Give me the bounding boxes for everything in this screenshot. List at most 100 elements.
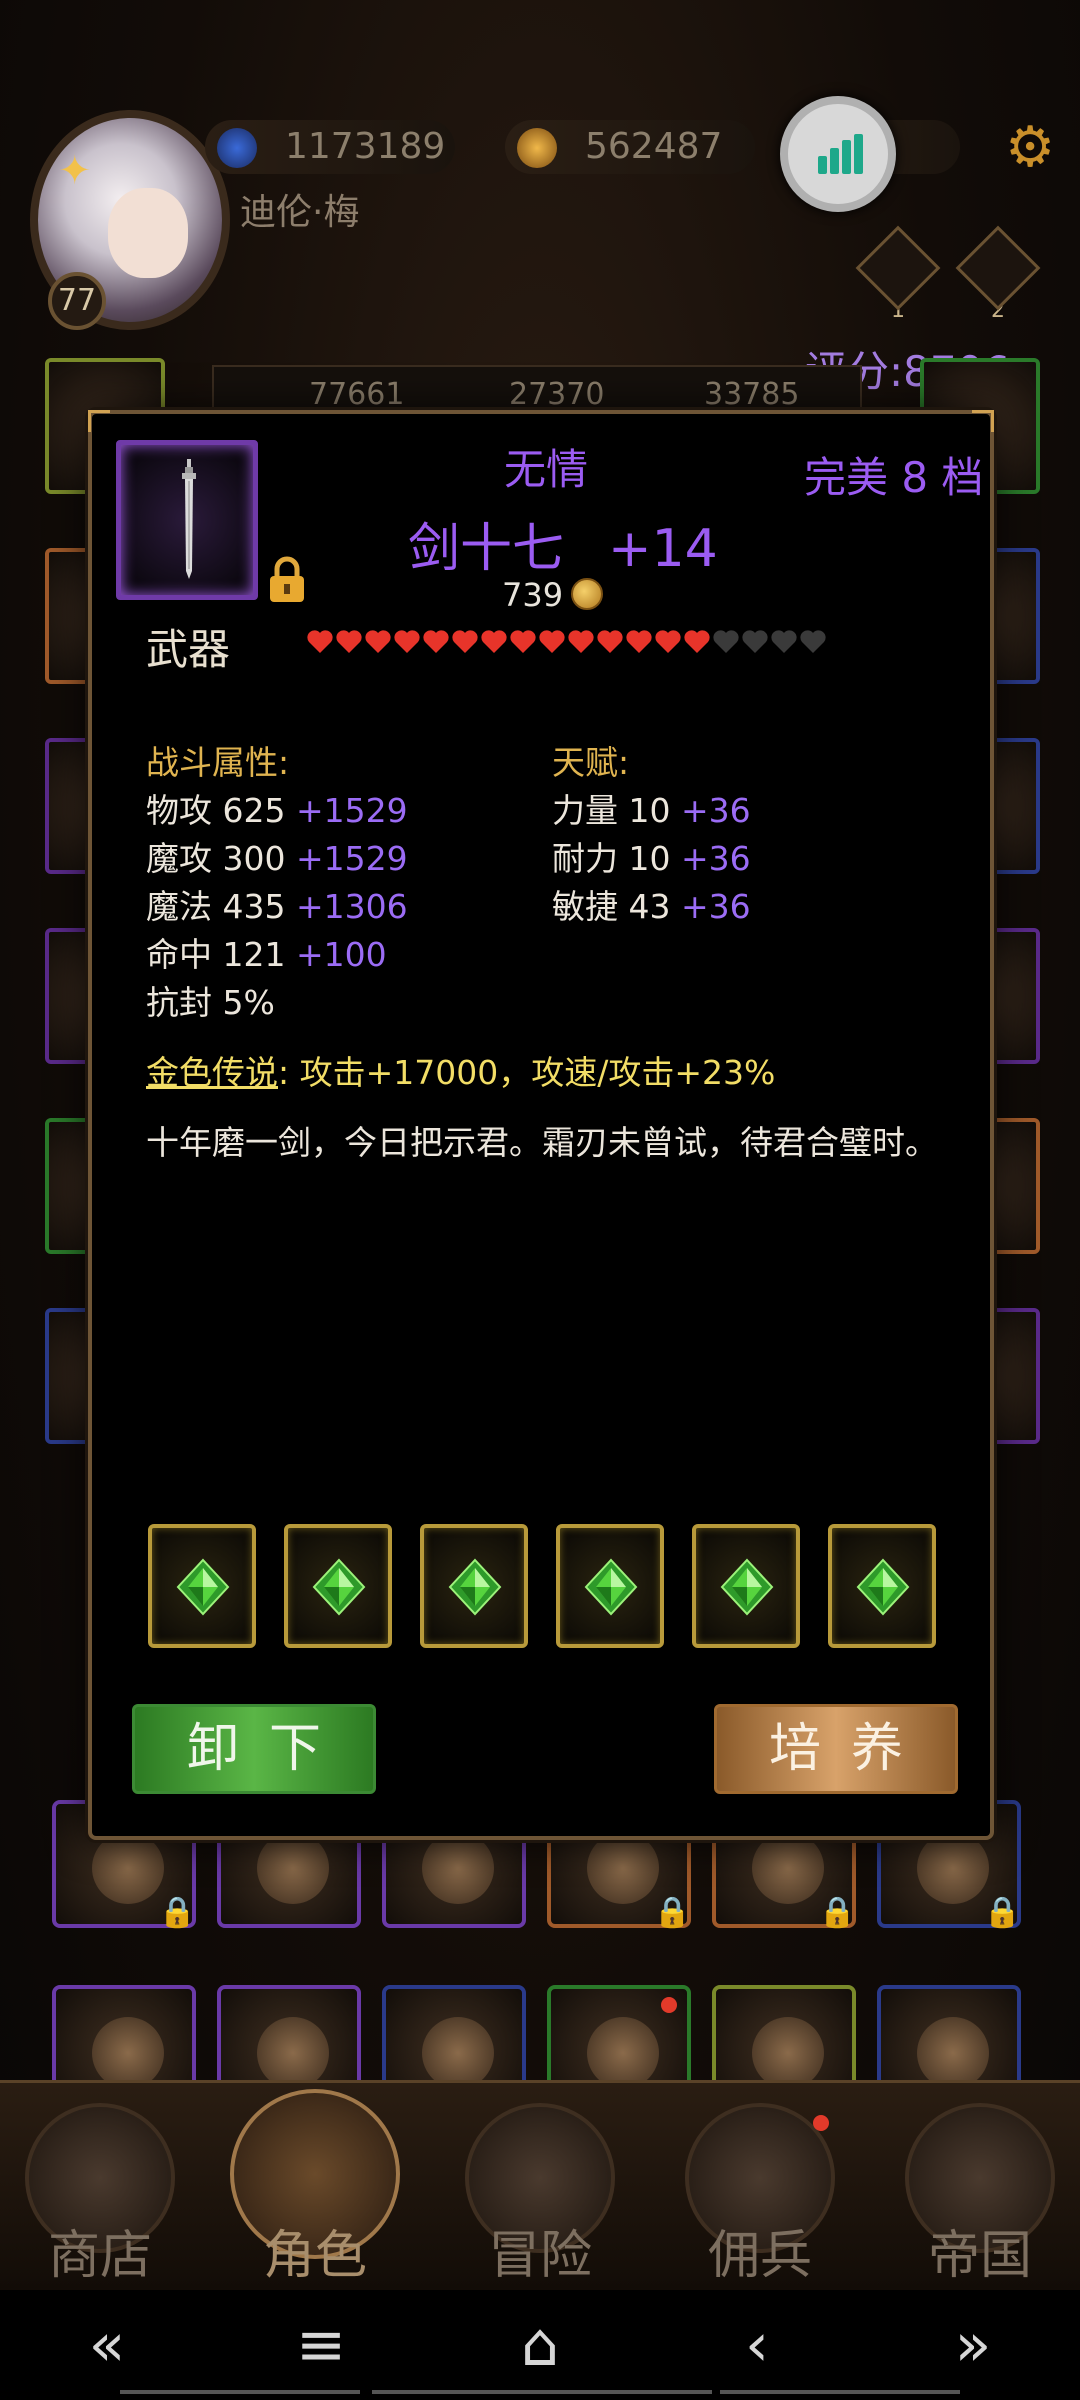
gold-resource-bar: 562487: [505, 120, 755, 174]
signal-bars-icon: [818, 134, 863, 174]
nav-character[interactable]: 角色: [230, 2089, 400, 2286]
empty-heart-icon: [742, 630, 768, 653]
empty-heart-icon: [800, 630, 826, 653]
menu-icon[interactable]: ≡: [276, 2310, 366, 2380]
combat-stat: 抗封 5%: [146, 983, 275, 1022]
nav-label: 角色: [262, 2226, 367, 2286]
avatar-face: [108, 188, 188, 278]
talent-stat: 耐力 10 +36: [552, 839, 751, 878]
lock-icon: 🔒: [653, 1895, 691, 1930]
nav-mercenary[interactable]: 佣兵: [675, 2103, 845, 2286]
talent-stat: 敏捷 43 +36: [552, 887, 751, 926]
green-gem-icon: [176, 1558, 230, 1616]
combat-stat: 命中 121 +100: [146, 935, 387, 974]
lock-icon[interactable]: [268, 556, 306, 604]
nav-shop[interactable]: 商店: [15, 2103, 185, 2286]
filled-heart-icon: [510, 630, 536, 653]
nav-empire[interactable]: 帝国: [895, 2103, 1065, 2286]
gold-coin-icon: [571, 578, 604, 610]
lock-icon: 🔒: [983, 1895, 1021, 1930]
frame-corner: [88, 410, 110, 432]
item-slot-type: 武器: [146, 625, 231, 674]
frame-corner: [972, 410, 994, 432]
filled-heart-icon: [684, 630, 710, 653]
filled-heart-icon: [481, 630, 507, 653]
filled-heart-icon: [655, 630, 681, 653]
rank-badge-1[interactable]: 1: [855, 225, 941, 323]
filled-heart-icon: [452, 630, 478, 653]
gold-value: 562487: [585, 126, 723, 167]
system-navigation-bar: « ≡ ⌂ ‹ »: [0, 2290, 1080, 2400]
nav-label: 冒险: [487, 2226, 592, 2286]
filled-heart-icon: [539, 630, 565, 653]
notification-dot: [813, 2115, 829, 2131]
chevron-left-icon[interactable]: ‹: [712, 2310, 802, 2380]
train-button[interactable]: 培养: [714, 1704, 958, 1794]
green-gem-icon: [856, 1558, 910, 1616]
player-name: 迪伦·梅: [240, 192, 360, 233]
nav-label: 佣兵: [707, 2226, 812, 2286]
gem-socket[interactable]: [284, 1524, 392, 1648]
gem-socket[interactable]: [556, 1524, 664, 1648]
filled-heart-icon: [423, 630, 449, 653]
divider: [372, 2390, 712, 2394]
combat-stats-title: 战斗属性:: [146, 743, 290, 782]
green-gem-icon: [720, 1558, 774, 1616]
nav-label: 商店: [47, 2226, 152, 2286]
gem-socket[interactable]: [692, 1524, 800, 1648]
blue-gem-icon: [217, 128, 257, 168]
price-value: 739: [502, 576, 564, 614]
gem-socket[interactable]: [420, 1524, 528, 1648]
star-icon: ✦: [58, 148, 92, 194]
divider: [720, 2390, 960, 2394]
gear-icon[interactable]: ⚙: [1005, 120, 1061, 176]
filled-heart-icon: [626, 630, 652, 653]
filled-heart-icon: [307, 630, 333, 653]
item-price: 739: [502, 576, 604, 614]
gem-value: 1173189: [285, 126, 446, 167]
green-gem-icon: [448, 1558, 502, 1616]
gem-socket[interactable]: [828, 1524, 936, 1648]
gem-socket[interactable]: [148, 1524, 256, 1648]
item-name-row: 剑十七 +14: [408, 506, 718, 581]
sword-icon: [182, 459, 196, 579]
notification-dot: [661, 1997, 677, 2013]
item-detail-dialog: 无情 剑十七 +14 完美 8 档 739 武器 战斗属性: 物攻 625 +15…: [88, 410, 994, 1840]
empty-heart-icon: [713, 630, 739, 653]
home-icon[interactable]: ⌂: [495, 2310, 585, 2380]
item-icon-frame[interactable]: [116, 440, 258, 600]
item-enhance-level: +14: [608, 519, 718, 579]
legendary-effect: 金色传说: 攻击+17000，攻速/攻击+23%: [146, 1046, 775, 1094]
unequip-button[interactable]: 卸下: [132, 1704, 376, 1794]
lock-icon: 🔒: [818, 1895, 856, 1930]
rank-badge-2[interactable]: 2: [955, 225, 1041, 323]
lock-icon: 🔒: [158, 1895, 196, 1930]
combat-stat: 魔法 435 +1306: [146, 887, 408, 926]
legendary-label[interactable]: 金色传说: [146, 1053, 278, 1092]
talent-title: 天赋:: [552, 743, 630, 782]
item-grade: 完美 8 档: [804, 453, 984, 502]
green-gem-icon: [312, 1558, 366, 1616]
filled-heart-icon: [394, 630, 420, 653]
talent-stat: 力量 10 +36: [552, 791, 751, 830]
item-flavor-text: 十年磨一剑，今日把示君。霜刃未曾试，待君合璧时。: [146, 1123, 938, 1162]
gold-coin-icon: [517, 128, 557, 168]
filled-heart-icon: [568, 630, 594, 653]
filled-heart-icon: [597, 630, 623, 653]
network-status-button[interactable]: [780, 96, 896, 212]
empty-heart-icon: [771, 630, 797, 653]
double-chevron-left-icon[interactable]: «: [62, 2310, 152, 2380]
bottom-navigation: 商店 角色 冒险 佣兵 帝国: [0, 2080, 1080, 2290]
combat-stat: 物攻 625 +1529: [146, 791, 408, 830]
player-level-badge: 77: [48, 272, 106, 330]
nav-adventure[interactable]: 冒险: [455, 2103, 625, 2286]
filled-heart-icon: [336, 630, 362, 653]
item-quality: 无情: [504, 445, 589, 494]
combat-stat: 魔攻 300 +1529: [146, 839, 408, 878]
legendary-text: : 攻击+17000，攻速/攻击+23%: [278, 1053, 776, 1092]
item-name: 剑十七: [408, 519, 565, 579]
gem-resource-bar: 1173189: [205, 120, 455, 174]
green-gem-icon: [584, 1558, 638, 1616]
double-chevron-right-icon[interactable]: »: [928, 2310, 1018, 2380]
nav-label: 帝国: [927, 2226, 1032, 2286]
